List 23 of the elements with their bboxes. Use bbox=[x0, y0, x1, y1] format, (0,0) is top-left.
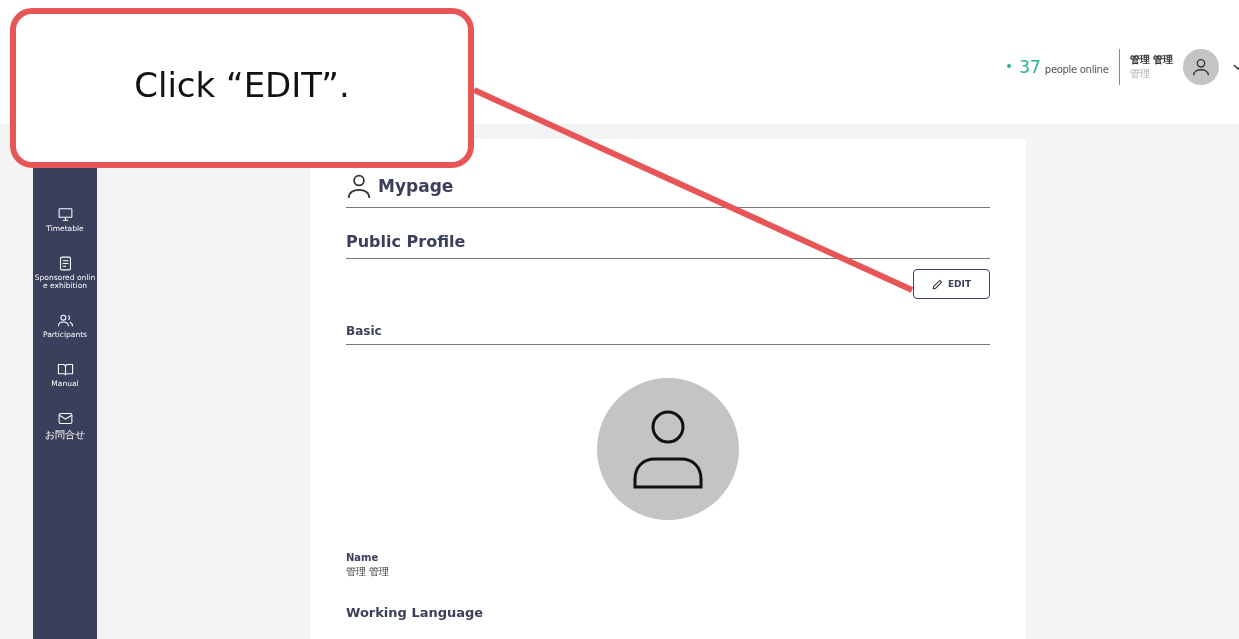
subsection-heading: Basic bbox=[346, 299, 990, 345]
page-title: Mypage bbox=[378, 176, 454, 196]
online-count: 37 bbox=[1019, 57, 1041, 77]
section-heading: Working Language bbox=[346, 605, 485, 620]
person-icon bbox=[346, 173, 372, 199]
section-heading: Public Profile bbox=[346, 208, 990, 259]
edit-button[interactable]: EDIT bbox=[913, 269, 990, 299]
field-value: 管理 管理 bbox=[346, 565, 391, 579]
sidebar-item[interactable]: お問合せ bbox=[33, 410, 97, 440]
user-role: 管理 bbox=[1129, 67, 1151, 81]
online-dot bbox=[1007, 64, 1012, 68]
user-name: 管理 管理 bbox=[1129, 53, 1173, 67]
mail-icon bbox=[56, 410, 74, 427]
book-icon bbox=[56, 361, 74, 378]
avatar[interactable] bbox=[1183, 49, 1219, 85]
monitor-icon bbox=[56, 206, 74, 223]
people-icon bbox=[56, 312, 74, 329]
callout-text: Click “EDIT”. bbox=[134, 65, 350, 105]
person-icon bbox=[632, 409, 704, 489]
online-label: people online bbox=[1044, 64, 1109, 75]
field-label: Name bbox=[346, 552, 380, 563]
person-icon bbox=[1190, 56, 1212, 78]
pencil-icon bbox=[931, 278, 943, 290]
